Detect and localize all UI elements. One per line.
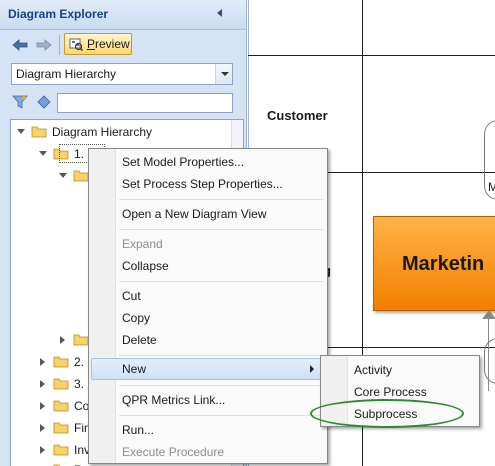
tree-item[interactable]: Re: [35, 460, 95, 466]
menu-item-collapse[interactable]: Collapse: [91, 255, 325, 277]
filter-row: [0, 90, 246, 114]
explorer-header: Diagram Explorer: [0, 0, 246, 30]
folder-icon: [53, 377, 69, 390]
expand-toggle-icon[interactable]: [59, 172, 67, 179]
menu-item-label: Set Process Step Properties...: [122, 177, 283, 191]
partial-label: M: [488, 180, 495, 194]
menu-item-label: Collapse: [122, 259, 169, 273]
marketing-label: Marketin: [402, 253, 485, 275]
connector-arrow-icon: [482, 310, 495, 319]
tree-item[interactable]: 3.: [35, 374, 95, 394]
tree-item[interactable]: [55, 330, 89, 350]
folder-icon: [53, 355, 69, 368]
menu-item-expand: Expand: [91, 233, 325, 255]
hierarchy-dropdown-value: Diagram Hierarchy: [16, 67, 117, 81]
lane-label-customer: Customer: [267, 108, 328, 123]
filter-icon[interactable]: [12, 95, 28, 109]
expand-toggle-icon[interactable]: [39, 424, 46, 432]
explorer-toolbar: Preview: [0, 30, 246, 58]
forward-arrow-icon[interactable]: [36, 39, 52, 51]
menu-separator: [119, 281, 323, 282]
menu-item-label: Run...: [122, 423, 155, 437]
menu-separator: [119, 415, 323, 416]
menu-separator: [119, 199, 323, 200]
tree-item[interactable]: 2.: [35, 352, 95, 372]
menu-item-qpr-metrics-link[interactable]: QPR Metrics Link...: [91, 389, 325, 411]
menu-item-copy[interactable]: Copy: [91, 307, 325, 329]
menu-item-label: Copy: [122, 311, 151, 325]
subprocess-highlight-ring: [310, 399, 464, 428]
folder-icon: [53, 399, 69, 412]
expand-toggle-icon[interactable]: [59, 336, 66, 344]
expand-toggle-icon[interactable]: [17, 128, 25, 135]
tree-item[interactable]: Fin: [35, 418, 95, 438]
expand-toggle-icon[interactable]: [39, 150, 47, 157]
collapse-panel-icon[interactable]: [213, 6, 227, 20]
diamond-icon[interactable]: [37, 95, 51, 109]
menu-item-execute-procedure: Execute Procedure: [91, 441, 325, 463]
preview-label: Preview: [87, 37, 130, 51]
tree-item[interactable]: Inv: [35, 440, 95, 460]
submenu-item-activity[interactable]: Activity: [323, 359, 477, 381]
tree-item-label: 3.: [74, 377, 85, 391]
menu-item-set-model-properties[interactable]: Set Model Properties...: [91, 151, 325, 173]
submenu-item-label: Activity: [354, 363, 393, 377]
folder-icon: [73, 169, 89, 182]
context-menu: Set Model Properties... Set Process Step…: [88, 148, 328, 464]
menu-item-run[interactable]: Run...: [91, 419, 325, 441]
tree-item-label: Diagram Hierarchy: [52, 125, 153, 139]
tree-item-root[interactable]: Diagram Hierarchy: [13, 122, 213, 142]
menu-item-label: Expand: [122, 237, 163, 251]
preview-icon: [69, 37, 84, 52]
back-arrow-icon[interactable]: [12, 39, 28, 51]
menu-item-open-new-diagram-view[interactable]: Open a New Diagram View: [91, 203, 325, 225]
tree-item-label: 2.: [74, 355, 85, 369]
menu-item-label: Execute Procedure: [122, 445, 225, 459]
menu-item-label: Cut: [122, 289, 141, 303]
search-input[interactable]: [57, 93, 233, 113]
menu-item-label: New: [122, 362, 147, 376]
expand-toggle-icon[interactable]: [39, 446, 46, 454]
grid-line: [248, 55, 495, 56]
menu-item-label: Open a New Diagram View: [122, 207, 267, 221]
menu-item-delete[interactable]: Delete: [91, 329, 325, 351]
menu-item-label: Set Model Properties...: [122, 155, 245, 169]
submenu-arrow-icon: [310, 365, 314, 373]
menu-item-label: Delete: [122, 333, 157, 347]
menu-item-new[interactable]: New: [91, 358, 325, 380]
expand-toggle-icon[interactable]: [39, 358, 46, 366]
menu-separator: [119, 229, 323, 230]
expand-toggle-icon[interactable]: [39, 402, 46, 410]
menu-item-cut[interactable]: Cut: [91, 285, 325, 307]
menu-item-label: QPR Metrics Link...: [122, 393, 226, 407]
chevron-down-icon[interactable]: [215, 64, 232, 84]
folder-icon: [73, 333, 89, 346]
expand-toggle-icon[interactable]: [39, 380, 46, 388]
marketing-process-box[interactable]: Marketin: [373, 216, 495, 311]
process-outline: [484, 338, 495, 384]
menu-separator: [119, 355, 323, 356]
tree-item[interactable]: [55, 166, 89, 186]
toolbar-separator: [59, 35, 60, 55]
folder-icon: [53, 443, 69, 456]
menu-item-set-process-step-properties[interactable]: Set Process Step Properties...: [91, 173, 325, 195]
explorer-title: Diagram Explorer: [8, 7, 109, 21]
submenu-item-label: Core Process: [354, 385, 427, 399]
folder-icon: [31, 125, 47, 138]
preview-button[interactable]: Preview: [64, 33, 132, 55]
folder-icon: [53, 421, 69, 434]
menu-separator: [119, 385, 323, 386]
hierarchy-dropdown[interactable]: Diagram Hierarchy: [11, 63, 233, 85]
tree-item[interactable]: Co: [35, 396, 95, 416]
